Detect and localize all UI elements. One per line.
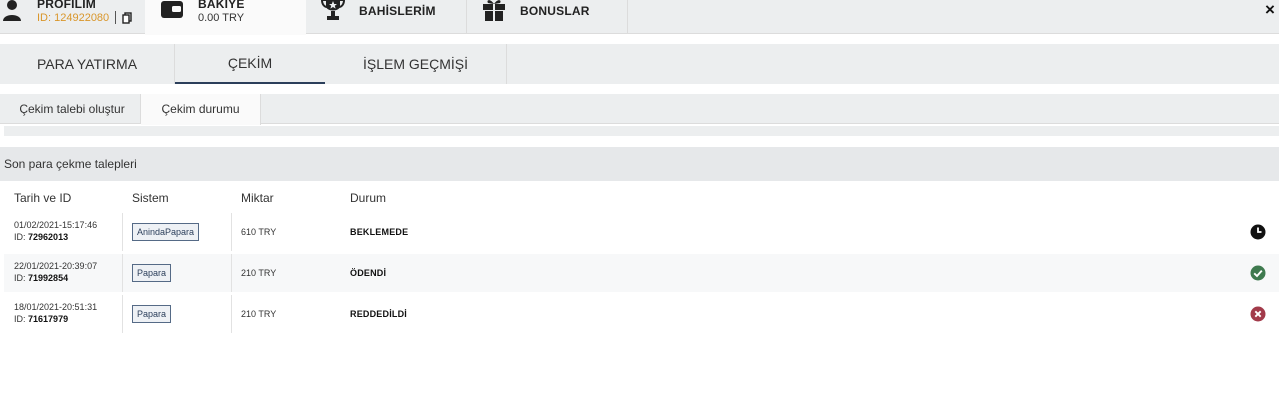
user-icon	[2, 0, 22, 27]
tab-withdraw[interactable]: ÇEKİM	[175, 44, 325, 84]
row-status: REDDEDİLDİ	[350, 309, 408, 319]
column-header-amount: Miktar	[241, 191, 274, 205]
user-id: ID: 124922080	[37, 12, 110, 24]
nav-profile[interactable]: PROFİLİM ID: 124922080	[0, 0, 145, 34]
clock-icon	[1250, 224, 1266, 245]
top-navigation: PROFİLİM ID: 124922080 BAKİYE 0.00 TRY B…	[0, 0, 1279, 35]
row-id: ID: 72962013	[14, 232, 69, 242]
row-date: 01/02/2021-15:17:46	[14, 220, 98, 230]
withdrawal-status-page: PROFİLİM ID: 124922080 BAKİYE 0.00 TRY B…	[0, 0, 1279, 396]
table-row: 22/01/2021-20:39:07 ID: 71992854 Papara …	[4, 254, 1279, 292]
tab-deposit[interactable]: PARA YATIRMA	[0, 44, 175, 84]
spacer-bar	[4, 126, 1279, 136]
row-status: BEKLEMEDE	[350, 227, 409, 237]
copy-icon[interactable]	[122, 11, 132, 29]
trophy-icon	[318, 0, 348, 27]
nav-bets[interactable]: BAHİSLERİM	[306, 0, 467, 34]
system-badge: AnindaPapara	[132, 223, 200, 241]
gift-icon	[482, 0, 506, 27]
row-date: 18/01/2021-20:51:31	[14, 302, 98, 312]
system-badge: Papara	[132, 305, 172, 323]
row-id: ID: 71992854	[14, 273, 69, 283]
nav-profile-title: PROFİLİM	[37, 0, 96, 11]
cell-divider	[122, 295, 123, 333]
check-icon	[1250, 265, 1266, 286]
nav-balance[interactable]: BAKİYE 0.00 TRY	[145, 0, 306, 35]
system-badge: Papara	[132, 264, 172, 282]
cell-divider	[231, 295, 232, 333]
x-circle-icon	[1250, 306, 1266, 327]
nav-bets-title: BAHİSLERİM	[359, 4, 436, 18]
close-icon[interactable]: ×	[1265, 1, 1279, 19]
cell-divider	[231, 213, 232, 251]
divider	[115, 11, 116, 24]
balance-amount: 0.00 TRY	[198, 12, 245, 24]
row-amount: 210 TRY	[241, 309, 277, 319]
column-header-date-id: Tarih ve ID	[14, 191, 72, 205]
cell-divider	[122, 213, 123, 251]
tab-withdrawal-status[interactable]: Çekim durumu	[141, 94, 261, 125]
table-row: 01/02/2021-15:17:46 ID: 72962013 AnindaP…	[4, 213, 1279, 251]
column-header-status: Durum	[350, 191, 387, 205]
main-tabs: PARA YATIRMA ÇEKİM İŞLEM GEÇMİŞİ	[0, 44, 1279, 84]
withdrawal-table: Tarih ve ID Sistem Miktar Durum 01/02/20…	[4, 181, 1279, 396]
table-row: 18/01/2021-20:51:31 ID: 71617979 Papara …	[4, 295, 1279, 333]
tab-transaction-history[interactable]: İŞLEM GEÇMİŞİ	[325, 44, 507, 84]
nav-balance-title: BAKİYE	[198, 0, 245, 11]
wallet-icon	[161, 1, 183, 24]
cell-divider	[231, 254, 232, 292]
nav-bonuses[interactable]: BONUSLAR	[467, 0, 628, 34]
tab-create-withdrawal[interactable]: Çekim talebi oluştur	[4, 94, 141, 124]
section-title: Son para çekme talepleri	[0, 147, 1279, 181]
row-amount: 610 TRY	[241, 227, 277, 237]
row-date: 22/01/2021-20:39:07	[14, 261, 98, 271]
row-id: ID: 71617979	[14, 314, 69, 324]
column-header-system: Sistem	[132, 191, 169, 205]
row-amount: 210 TRY	[241, 268, 277, 278]
cell-divider	[122, 254, 123, 292]
nav-bonuses-title: BONUSLAR	[520, 4, 590, 18]
row-status: ÖDENDİ	[350, 268, 387, 278]
sub-tabs: Çekim talebi oluştur Çekim durumu	[0, 94, 1279, 125]
